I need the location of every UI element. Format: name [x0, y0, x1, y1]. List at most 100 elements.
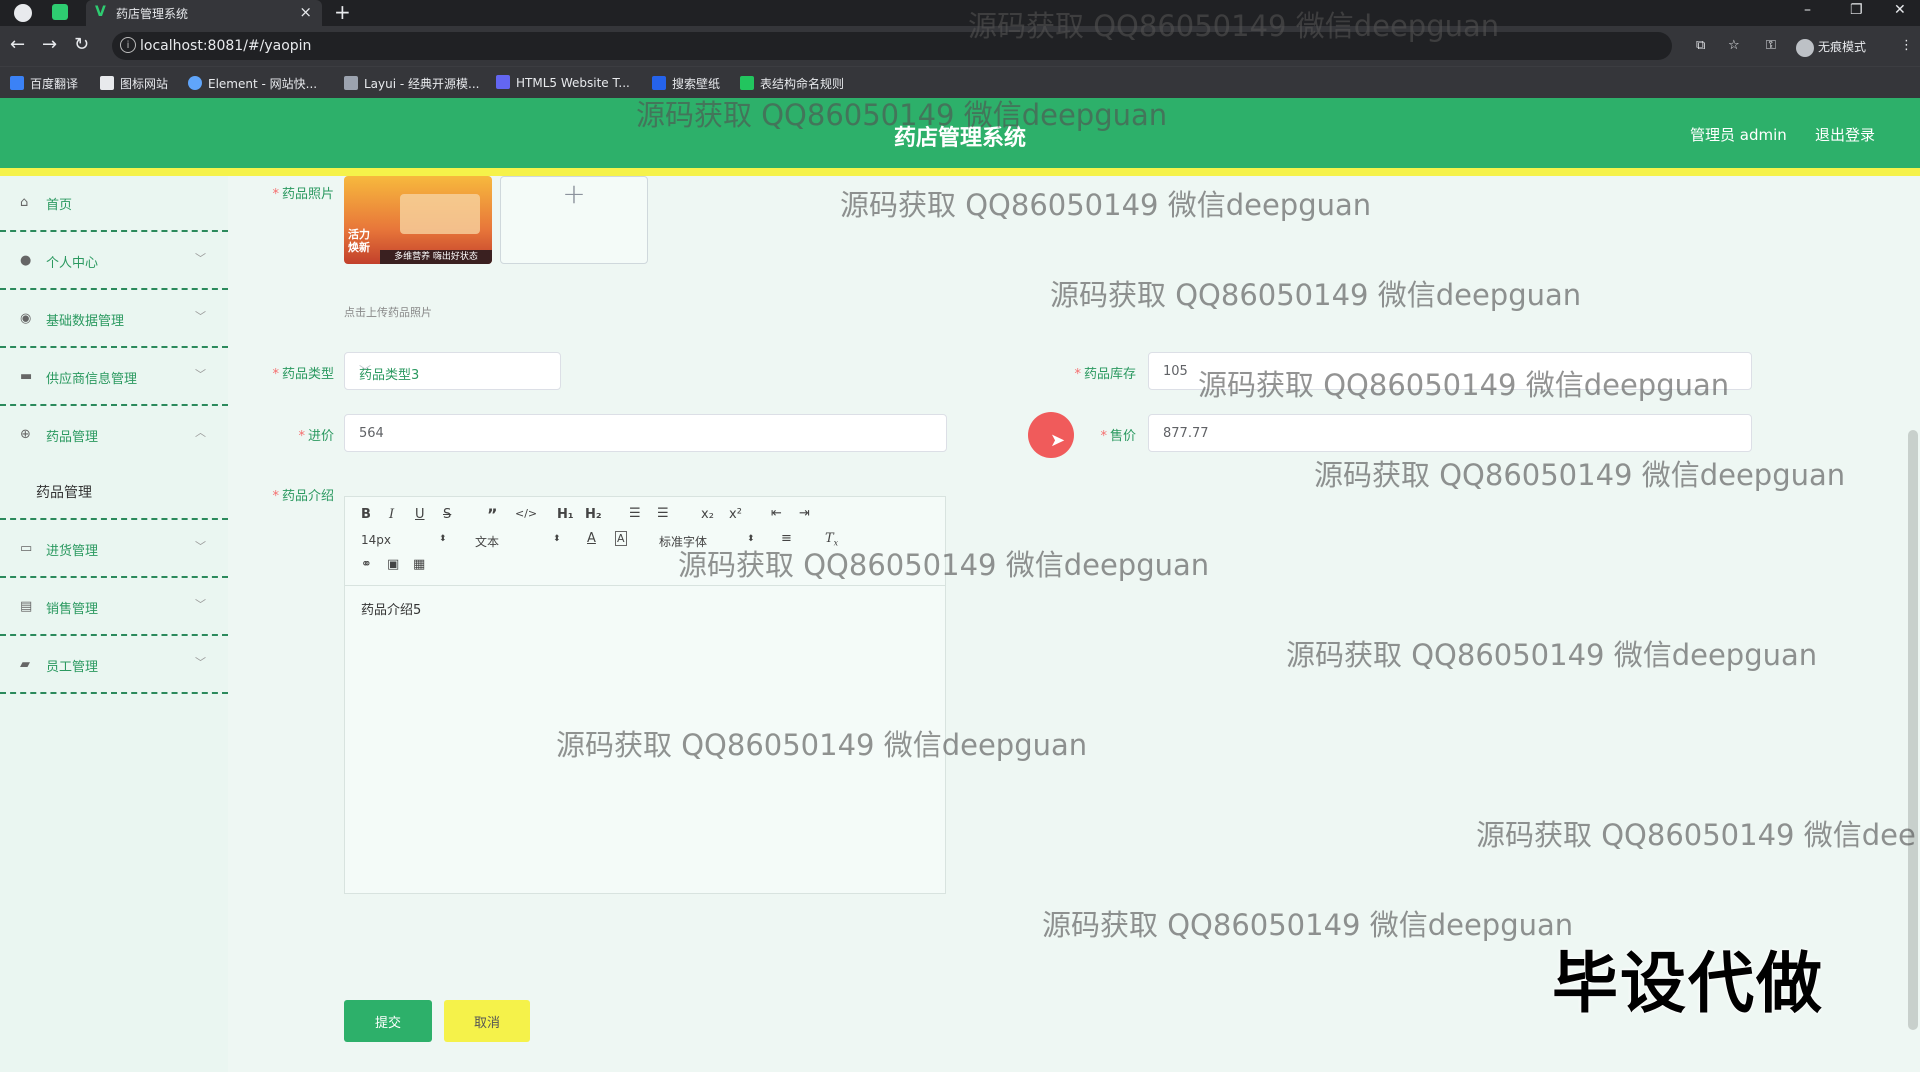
sidebar-item-profile[interactable]: ● 个人中心 ﹀: [0, 234, 228, 290]
editor-content[interactable]: 药品介绍5: [361, 599, 421, 618]
font-size-select[interactable]: 14px ⬍: [361, 533, 447, 549]
back-icon[interactable]: ←: [10, 34, 25, 55]
bookmark-item[interactable]: Layui - 经典开源模...: [344, 75, 479, 92]
bullet-list-icon[interactable]: ☰: [657, 506, 669, 521]
stock-label: * 药品库存: [1060, 363, 1136, 382]
stamp-text: 毕设代做: [1552, 945, 1824, 1022]
sidebar-item-sales[interactable]: ▤ 销售管理 ﹀: [0, 580, 228, 636]
bookmark-label: 图标网站: [120, 77, 169, 91]
browser-tab[interactable]: V 药店管理系统 ×: [86, 0, 322, 26]
strikethrough-icon[interactable]: S: [443, 507, 451, 522]
new-tab-icon[interactable]: +: [334, 0, 351, 24]
close-window-icon[interactable]: ✕: [1894, 2, 1906, 18]
image-icon[interactable]: ▣: [387, 557, 399, 572]
heading2-icon[interactable]: H₂: [585, 507, 602, 522]
watermark-text: 源码获取 QQ86050149 微信deepguan: [1050, 278, 1582, 312]
ordered-list-icon[interactable]: ☰: [629, 506, 641, 521]
bookmark-label: 表结构命名规则: [760, 77, 845, 91]
translate-icon[interactable]: ⧉: [1696, 38, 1705, 53]
sidebar-item-label: 基础数据管理: [46, 314, 125, 329]
bookmark-item[interactable]: 图标网站: [100, 75, 168, 92]
drug-type-select[interactable]: 药品类型3 ﹀: [344, 352, 561, 390]
sidebar-item-supplier[interactable]: ▬ 供应商信息管理 ﹀: [0, 350, 228, 406]
sidebar-item-basic-data[interactable]: ◉ 基础数据管理 ﹀: [0, 292, 228, 348]
sidebar-item-home[interactable]: ⌂ 首页: [0, 176, 228, 232]
photo-upload-button[interactable]: +: [500, 176, 648, 264]
bookmark-label: 百度翻译: [30, 77, 79, 91]
sidebar-item-label: 进货管理: [46, 544, 99, 559]
format-value: 文本: [475, 535, 500, 549]
drug-icon: ⊕: [20, 427, 31, 442]
forward-icon[interactable]: →: [42, 34, 57, 55]
intro-label: * 药品介绍: [262, 485, 334, 504]
staff-icon: ▰: [20, 657, 30, 672]
indent-icon[interactable]: ⇥: [799, 506, 810, 521]
bookmark-item[interactable]: 百度翻译: [10, 75, 78, 92]
bold-icon[interactable]: B: [361, 507, 371, 522]
watermark-text: 源码获取 QQ86050149 微信deepguan: [556, 728, 1088, 762]
sidebar-item-purchase[interactable]: ▭ 进货管理 ﹀: [0, 522, 228, 578]
browser-tabbar: V 药店管理系统 × + – ❐ ✕: [0, 0, 1920, 26]
sidebar-subitem-drug[interactable]: 药品管理: [0, 464, 228, 520]
close-tab-icon[interactable]: ×: [299, 3, 312, 21]
bookmark-item[interactable]: Element - 网站快...: [188, 75, 317, 92]
font-color-icon[interactable]: A: [587, 531, 596, 546]
sidebar-item-staff[interactable]: ▰ 员工管理 ﹀: [0, 638, 228, 694]
logout-link[interactable]: 退出登录: [1815, 124, 1875, 145]
underline-icon[interactable]: U: [415, 507, 425, 522]
watermark-text: 源码获取 QQ86050149 微信deepguan: [1286, 638, 1818, 672]
price-label: * 售价: [1060, 425, 1136, 444]
superscript-icon[interactable]: x²: [729, 507, 742, 522]
key-icon[interactable]: ⚿: [1766, 38, 1776, 53]
background-color-icon[interactable]: A: [615, 531, 627, 546]
current-user: 管理员 admin: [1690, 126, 1787, 144]
heading1-icon[interactable]: H₁: [557, 507, 574, 522]
data-icon: ◉: [20, 311, 32, 326]
subscript-icon[interactable]: x₂: [701, 507, 714, 522]
product-box-graphic: [400, 194, 480, 234]
minimize-icon[interactable]: –: [1804, 2, 1811, 18]
bookmark-item[interactable]: 搜索壁纸: [652, 75, 720, 92]
cancel-button[interactable]: 取消: [444, 1000, 530, 1042]
code-icon[interactable]: </>: [515, 507, 537, 520]
sidebar-item-label: 药品管理: [46, 430, 99, 445]
watermark-text: 源码获取 QQ86050149 微信deepguan: [678, 548, 1210, 582]
format-select[interactable]: 文本 ⬍: [475, 533, 561, 549]
sidebar-item-label: 供应商信息管理: [46, 372, 138, 387]
video-icon[interactable]: ▦: [413, 557, 425, 572]
app-tab-icon[interactable]: [52, 4, 68, 20]
page-scrollbar[interactable]: [1908, 430, 1918, 1030]
watermark-text: 源码获取 QQ86050149 微信deepguan: [1042, 908, 1574, 942]
price-input[interactable]: 877.77: [1148, 414, 1752, 452]
bookmark-label: HTML5 Website T...: [516, 76, 630, 90]
chevron-down-icon: ﹀: [195, 598, 206, 611]
required-mark: *: [1100, 429, 1107, 444]
incognito-indicator[interactable]: 无痕模式: [1796, 38, 1866, 57]
stock-label-text: 药品库存: [1083, 367, 1136, 382]
info-icon[interactable]: i: [120, 37, 136, 53]
italic-icon[interactable]: I: [389, 507, 394, 522]
cost-label: * 进价: [262, 425, 334, 444]
bookmark-star-icon[interactable]: ☆: [1728, 38, 1740, 53]
thumb-caption: 活力焕新: [348, 228, 370, 254]
url-text: localhost:8081/#/yaopin: [140, 38, 312, 54]
link-icon[interactable]: ⚭: [361, 557, 372, 572]
sidebar-item-label: 首页: [46, 198, 73, 213]
required-mark: *: [272, 187, 279, 202]
sidebar: ⌂ 首页 ● 个人中心 ﹀ ◉ 基础数据管理 ﹀ ▬ 供应商信息管理 ﹀ ⊕ 药…: [0, 176, 228, 1072]
outdent-icon[interactable]: ⇤: [771, 506, 782, 521]
cost-value: 564: [359, 426, 384, 441]
reload-icon[interactable]: ↻: [74, 34, 89, 55]
bookmark-label: 搜索壁纸: [672, 77, 721, 91]
drug-photo-thumbnail[interactable]: 活力焕新 多维营养 嗨出好状态: [344, 176, 492, 264]
menu-icon[interactable]: ⋮: [1900, 38, 1913, 53]
sidebar-item-drug[interactable]: ⊕ 药品管理 ︿: [0, 408, 228, 464]
sidebar-item-label: 销售管理: [46, 602, 99, 617]
blockquote-icon[interactable]: ”: [487, 505, 498, 524]
restore-icon[interactable]: ❐: [1850, 2, 1863, 18]
bookmark-item[interactable]: 表结构命名规则: [740, 75, 844, 92]
submit-button[interactable]: 提交: [344, 1000, 432, 1042]
bookmark-label: Layui - 经典开源模...: [364, 77, 480, 91]
cost-input[interactable]: 564: [344, 414, 947, 452]
bookmark-item[interactable]: HTML5 Website T...: [496, 75, 630, 90]
